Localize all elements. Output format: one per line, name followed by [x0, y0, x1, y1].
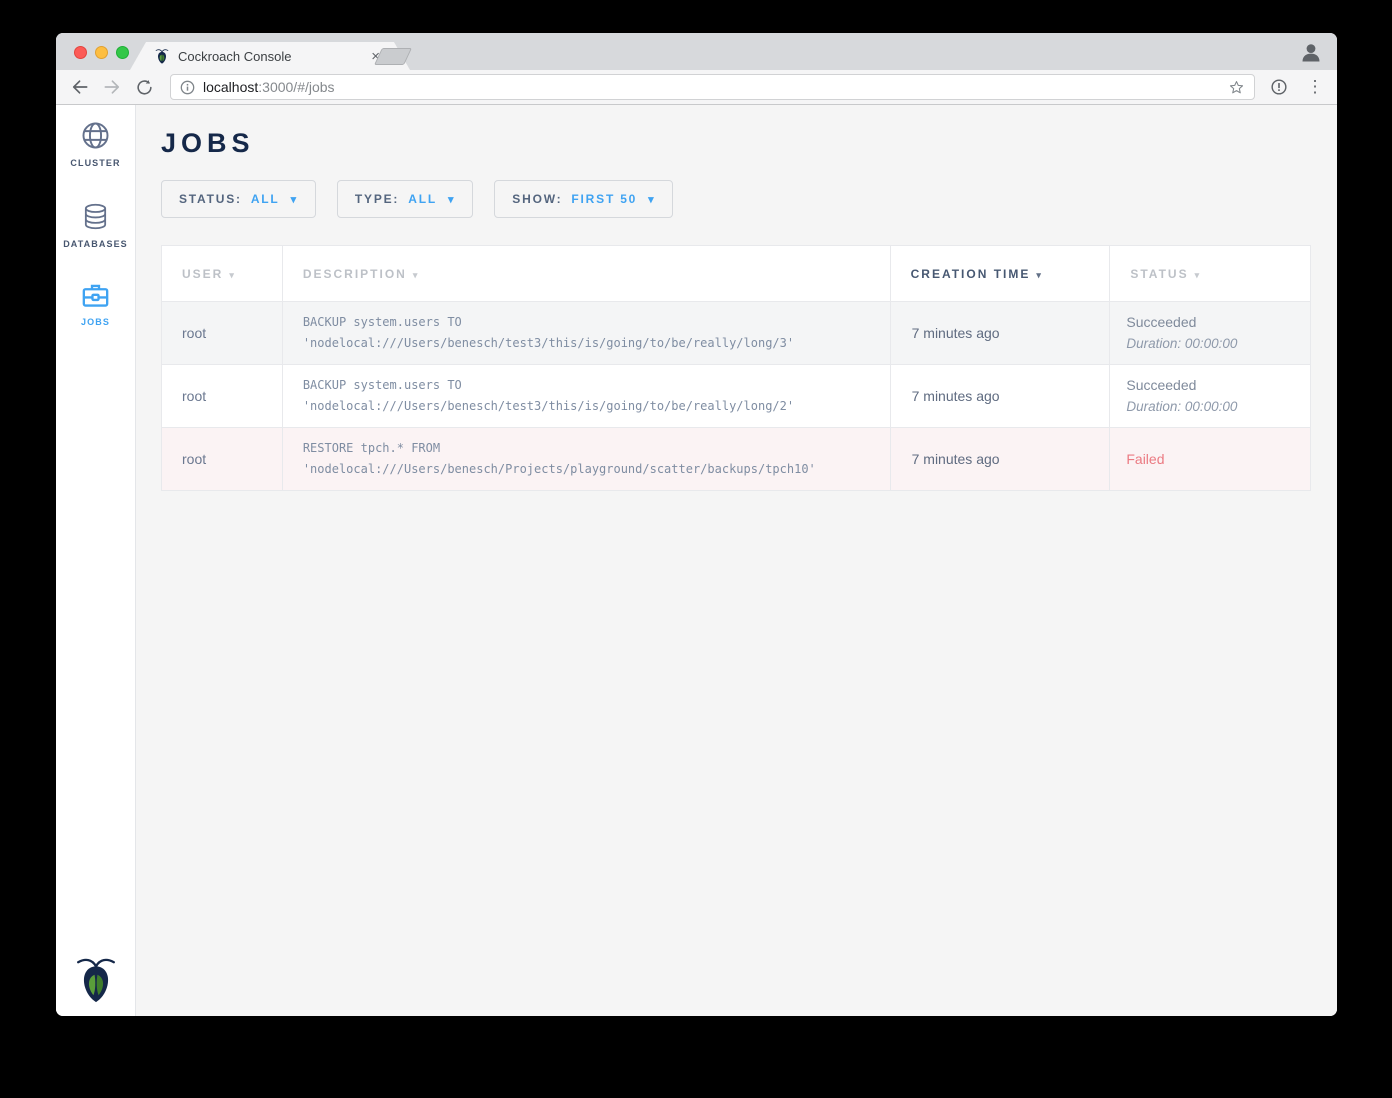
filter-value: FIRST 50: [571, 192, 637, 206]
job-user: root: [162, 365, 283, 428]
job-user: root: [162, 302, 283, 365]
sidebar-item-databases[interactable]: DATABASES: [56, 201, 135, 249]
browser-toolbar: localhost :3000/#/jobs ⋮: [56, 70, 1337, 105]
cockroach-logo-icon: [75, 952, 117, 1006]
job-status: Succeeded Duration: 00:00:00: [1110, 365, 1311, 428]
chevron-down-icon: ▾: [648, 193, 655, 206]
address-bar[interactable]: localhost :3000/#/jobs: [170, 74, 1255, 100]
main-content: JOBS STATUS: ALL ▾ TYPE: ALL ▾ SHOW: FIR…: [136, 105, 1337, 1016]
minimize-window-button[interactable]: [95, 46, 108, 59]
filter-label: TYPE:: [355, 192, 399, 206]
sidebar-item-label: JOBS: [81, 317, 110, 327]
sidebar-item-cluster[interactable]: CLUSTER: [56, 120, 135, 168]
browser-window: Cockroach Console ×: [56, 33, 1337, 1016]
job-status: Succeeded Duration: 00:00:00: [1110, 302, 1311, 365]
globe-icon: [80, 120, 111, 151]
chevron-down-icon: ▾: [291, 193, 298, 206]
sort-caret-icon: ▾: [413, 270, 420, 280]
tab-strip: Cockroach Console ×: [56, 33, 1337, 70]
job-description: BACKUP system.users TO 'nodelocal:///Use…: [282, 302, 890, 365]
filter-label: STATUS:: [179, 192, 242, 206]
database-icon: [81, 201, 110, 232]
filter-label: SHOW:: [512, 192, 562, 206]
back-button[interactable]: [66, 73, 94, 101]
url-path: :3000/#/jobs: [258, 79, 334, 95]
page-title: JOBS: [161, 128, 1337, 159]
sort-caret-icon: ▾: [1036, 270, 1043, 280]
briefcase-icon: [80, 282, 111, 310]
sort-caret-icon: ▾: [1195, 270, 1202, 280]
extension-icon[interactable]: [1265, 73, 1293, 101]
sidebar-item-label: DATABASES: [63, 239, 128, 249]
filter-value: ALL: [251, 192, 280, 206]
app-body: CLUSTER DATABASES: [56, 105, 1337, 1016]
column-header-user[interactable]: USER▾: [162, 246, 283, 302]
column-header-status[interactable]: STATUS▾: [1110, 246, 1311, 302]
status-badge: Succeeded: [1126, 312, 1310, 333]
status-duration: Duration: 00:00:00: [1126, 396, 1310, 417]
sidebar-item-jobs[interactable]: JOBS: [56, 282, 135, 327]
filter-bar: STATUS: ALL ▾ TYPE: ALL ▾ SHOW: FIRST 50…: [161, 180, 1337, 218]
job-creation-time: 7 minutes ago: [890, 302, 1110, 365]
table-row: root RESTORE tpch.* FROM 'nodelocal:///U…: [162, 428, 1311, 491]
jobs-table: USER▾ DESCRIPTION▾ CREATION TIME▾ STATUS…: [161, 245, 1311, 491]
traffic-lights: [74, 46, 129, 59]
job-description: RESTORE tpch.* FROM 'nodelocal:///Users/…: [282, 428, 890, 491]
status-badge: Succeeded: [1126, 375, 1310, 396]
column-header-creation-time[interactable]: CREATION TIME▾: [890, 246, 1110, 302]
url-host: localhost: [203, 79, 258, 95]
table-row: root BACKUP system.users TO 'nodelocal:/…: [162, 302, 1311, 365]
type-filter-dropdown[interactable]: TYPE: ALL ▾: [337, 180, 473, 218]
close-window-button[interactable]: [74, 46, 87, 59]
show-filter-dropdown[interactable]: SHOW: FIRST 50 ▾: [494, 180, 673, 218]
sort-caret-icon: ▾: [229, 270, 236, 280]
new-tab-button[interactable]: [374, 48, 412, 65]
bookmark-star-icon[interactable]: [1228, 79, 1245, 96]
sidebar-item-label: CLUSTER: [70, 158, 120, 168]
job-user: root: [162, 428, 283, 491]
table-row: root BACKUP system.users TO 'nodelocal:/…: [162, 365, 1311, 428]
zoom-window-button[interactable]: [116, 46, 129, 59]
forward-button[interactable]: [98, 73, 126, 101]
tab-title: Cockroach Console: [178, 49, 363, 64]
job-status: Failed: [1110, 428, 1311, 491]
browser-menu-icon[interactable]: ⋮: [1303, 77, 1327, 97]
profile-icon[interactable]: [1299, 40, 1323, 64]
status-filter-dropdown[interactable]: STATUS: ALL ▾: [161, 180, 316, 218]
status-badge: Failed: [1126, 449, 1310, 470]
filter-value: ALL: [408, 192, 437, 206]
job-description: BACKUP system.users TO 'nodelocal:///Use…: [282, 365, 890, 428]
cockroach-favicon-icon: [154, 48, 170, 64]
sidebar: CLUSTER DATABASES: [56, 105, 136, 1016]
status-duration: Duration: 00:00:00: [1126, 333, 1310, 354]
site-info-icon[interactable]: [180, 80, 195, 95]
chevron-down-icon: ▾: [448, 193, 455, 206]
column-header-description[interactable]: DESCRIPTION▾: [282, 246, 890, 302]
job-creation-time: 7 minutes ago: [890, 428, 1110, 491]
job-creation-time: 7 minutes ago: [890, 365, 1110, 428]
toolbar-right: ⋮: [1265, 73, 1327, 101]
browser-tab[interactable]: Cockroach Console ×: [130, 42, 410, 70]
reload-button[interactable]: [130, 73, 158, 101]
table-header-row: USER▾ DESCRIPTION▾ CREATION TIME▾ STATUS…: [162, 246, 1311, 302]
